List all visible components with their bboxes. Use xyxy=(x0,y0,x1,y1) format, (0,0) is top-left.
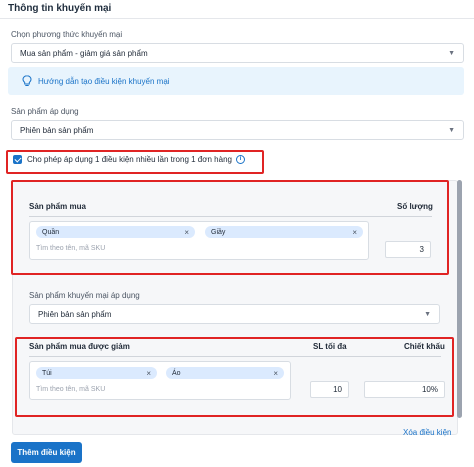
guide-banner: Hướng dẫn tạo điều kiện khuyến mại xyxy=(8,67,464,95)
promo-applied-label: Sản phẩm khuyến mại áp dụng xyxy=(29,291,140,300)
chevron-down-icon: ▼ xyxy=(448,49,455,57)
panel-scrollbar[interactable] xyxy=(457,180,462,418)
allow-multiple-label: Cho phép áp dụng 1 điều kiện nhiều lần t… xyxy=(27,154,232,164)
applied-product-value: Phiên bản sản phẩm xyxy=(20,125,94,135)
max-qty-header: SL tối đa xyxy=(313,342,347,351)
promo-method-label: Chọn phương thức khuyến mại xyxy=(11,30,123,39)
discount-header: Chiết khấu xyxy=(404,342,445,351)
discount-input[interactable]: 10% xyxy=(364,381,445,398)
allow-multiple-row[interactable]: Cho phép áp dụng 1 điều kiện nhiều lần t… xyxy=(13,153,245,165)
discount-header-divider xyxy=(29,356,441,357)
discount-search-input[interactable]: Tìm theo tên, mã SKU xyxy=(36,386,105,393)
add-condition-button[interactable]: Thêm điều kiện xyxy=(11,442,82,463)
promo-applied-select[interactable]: Phiên bản sản phẩm ▼ xyxy=(29,304,440,324)
lightbulb-icon xyxy=(22,75,32,86)
allow-multiple-checkbox[interactable] xyxy=(13,154,22,164)
close-icon[interactable]: × xyxy=(273,369,278,378)
promo-method-select[interactable]: Mua sản phẩm - giảm giá sản phẩm ▼ xyxy=(11,43,464,63)
buy-search-input[interactable]: Tìm theo tên, mã SKU xyxy=(36,245,105,252)
section-title: Thông tin khuyến mại xyxy=(8,3,112,14)
discount-tag-label: Túi xyxy=(42,369,52,377)
close-icon[interactable]: × xyxy=(352,228,357,237)
buy-tag: Giầy × xyxy=(205,226,363,238)
buy-header-divider xyxy=(29,216,432,217)
promo-method-value: Mua sản phẩm - giảm giá sản phẩm xyxy=(20,48,148,58)
promo-applied-value: Phiên bản sản phẩm xyxy=(38,309,112,319)
chevron-down-icon: ▼ xyxy=(424,310,431,318)
guide-link[interactable]: Hướng dẫn tạo điều kiện khuyến mại xyxy=(38,77,170,86)
discount-product-header: Sản phẩm mua được giảm xyxy=(29,342,130,351)
discount-tag-label: Áo xyxy=(172,369,181,377)
discount-tag: Túi × xyxy=(36,367,157,379)
buy-quantity-input[interactable]: 3 xyxy=(385,241,431,258)
buy-tag-label: Quần xyxy=(42,228,60,236)
info-icon[interactable]: i xyxy=(235,154,245,164)
delete-condition-link[interactable]: Xóa điều kiện xyxy=(403,428,451,437)
title-divider xyxy=(0,18,474,19)
close-icon[interactable]: × xyxy=(184,228,189,237)
applied-product-select[interactable]: Phiên bản sản phẩm ▼ xyxy=(11,120,464,140)
buy-tag-label: Giầy xyxy=(211,228,226,236)
buy-qty-header: Số lượng xyxy=(397,202,433,211)
discount-tag: Áo × xyxy=(166,367,284,379)
close-icon[interactable]: × xyxy=(146,369,151,378)
chevron-down-icon: ▼ xyxy=(448,126,455,134)
applied-product-label: Sản phẩm áp dụng xyxy=(11,107,79,116)
buy-product-header: Sản phẩm mua xyxy=(29,202,86,211)
buy-tag: Quần × xyxy=(36,226,195,238)
max-qty-input[interactable]: 10 xyxy=(310,381,349,398)
